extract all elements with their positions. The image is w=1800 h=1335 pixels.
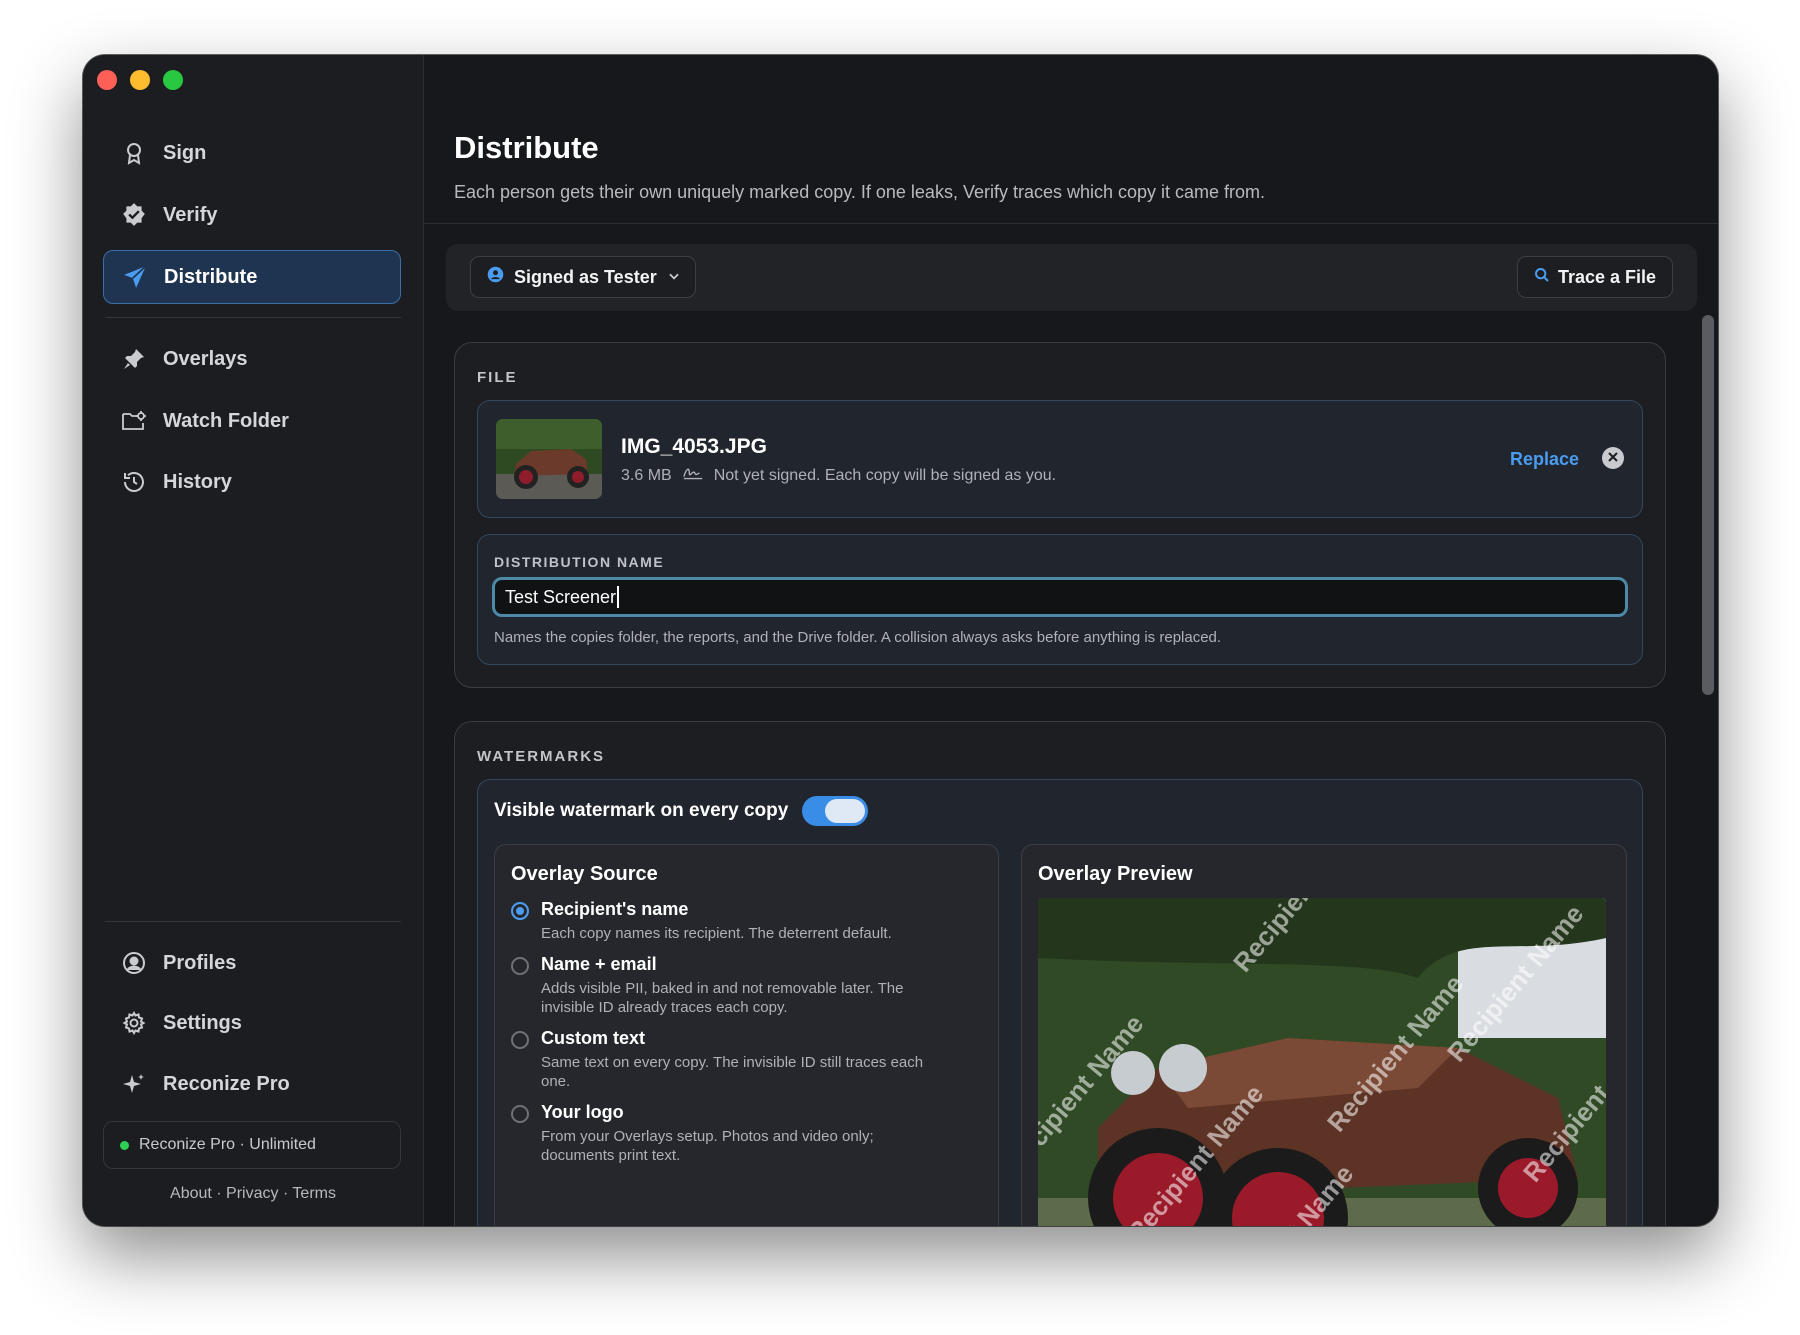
footer-links[interactable]: About · Privacy · Terms xyxy=(83,1185,423,1203)
distribution-name-label: DISTRIBUTION NAME xyxy=(494,554,665,570)
close-icon xyxy=(1608,449,1618,467)
text-caret xyxy=(617,586,620,608)
watermark-toggle[interactable] xyxy=(802,796,869,826)
toolbar: Signed as Tester Trace a File xyxy=(446,244,1697,311)
watermark-panel: Visible watermark on every copy Overlay … xyxy=(477,779,1643,1226)
sparkle-icon xyxy=(121,1071,147,1097)
watermarks-card: WATERMARKS Visible watermark on every co… xyxy=(454,721,1666,1226)
option-description: From your Overlays setup. Photos and vid… xyxy=(541,1128,874,1164)
radio-button[interactable] xyxy=(511,902,529,920)
sidebar-item-label: Settings xyxy=(163,1011,242,1034)
sidebar-item-label: Overlays xyxy=(163,347,248,370)
overlay-source-panel: Overlay Source Recipient's name Each cop… xyxy=(494,844,999,1226)
overlay-preview-title: Overlay Preview xyxy=(1038,863,1193,885)
option-recipient-name[interactable]: Recipient's name Each copy names its rec… xyxy=(511,899,931,943)
person-circle-icon xyxy=(487,266,504,288)
distribution-name-value: Test Screener xyxy=(505,586,617,607)
option-title: Custom text xyxy=(541,1028,646,1048)
overlay-preview-panel: Overlay Preview Recipient Name Recipient… xyxy=(1021,844,1627,1226)
sidebar-divider xyxy=(105,317,401,318)
file-name: IMG_4053.JPG xyxy=(621,435,767,458)
distribution-name-panel: DISTRIBUTION NAME Test Screener Names th… xyxy=(477,534,1643,665)
replace-link[interactable]: Replace xyxy=(1510,449,1579,470)
sidebar-item-overlays[interactable]: Overlays xyxy=(103,332,401,386)
file-section-label: FILE xyxy=(477,369,518,386)
pro-status-badge[interactable]: Reconize Pro · Unlimited xyxy=(103,1121,401,1169)
option-description: Same text on every copy. The invisible I… xyxy=(541,1054,924,1090)
option-title: Your logo xyxy=(541,1102,624,1122)
trace-file-button[interactable]: Trace a File xyxy=(1517,256,1673,298)
minimize-window-button[interactable] xyxy=(130,70,150,90)
option-description: Each copy names its recipient. The deter… xyxy=(541,925,892,942)
sidebar-item-label: Profiles xyxy=(163,951,237,974)
sidebar-item-verify[interactable]: Verify xyxy=(103,188,401,242)
option-title: Recipient's name xyxy=(541,899,689,919)
sidebar-item-settings[interactable]: Settings xyxy=(103,996,401,1050)
watermarks-section-label: WATERMARKS xyxy=(477,748,606,765)
signed-as-label: Signed as Tester xyxy=(514,266,657,287)
app-window: Sign Verify Distribute Overlays Watch Fo… xyxy=(83,55,1718,1226)
signed-as-dropdown[interactable]: Signed as Tester xyxy=(470,256,696,298)
sidebar-item-watch-folder[interactable]: Watch Folder xyxy=(103,394,401,448)
radio-button[interactable] xyxy=(511,1031,529,1049)
person-circle-icon xyxy=(121,950,147,976)
sidebar-item-sign[interactable]: Sign xyxy=(103,126,401,180)
sidebar-item-label: Distribute xyxy=(164,265,258,288)
scrollbar[interactable] xyxy=(1702,315,1714,695)
sidebar: Sign Verify Distribute Overlays Watch Fo… xyxy=(83,55,424,1226)
watermark-toggle-row: Visible watermark on every copy xyxy=(494,796,869,826)
trace-file-label: Trace a File xyxy=(1557,266,1657,287)
main-content: Distribute Each person gets their own un… xyxy=(424,55,1718,1226)
distribution-helper-text: Names the copies folder, the reports, an… xyxy=(494,629,1222,646)
remove-file-button[interactable] xyxy=(1602,447,1624,469)
file-row: IMG_4053.JPG 3.6 MB Not yet signed. Each… xyxy=(477,400,1643,518)
sidebar-item-label: Reconize Pro xyxy=(163,1072,290,1095)
sidebar-item-label: Watch Folder xyxy=(163,409,289,432)
radio-button[interactable] xyxy=(511,1105,529,1123)
sidebar-item-distribute[interactable]: Distribute xyxy=(103,250,401,304)
file-meta: 3.6 MB Not yet signed. Each copy will be… xyxy=(621,465,1056,486)
page-title: Distribute xyxy=(454,130,599,165)
search-icon xyxy=(1534,267,1550,288)
overlay-source-title: Overlay Source xyxy=(511,863,658,885)
file-thumbnail xyxy=(496,419,602,499)
sidebar-item-label: Sign xyxy=(163,141,207,164)
watermark-toggle-label: Visible watermark on every copy xyxy=(494,800,789,821)
toggle-knob xyxy=(825,799,866,823)
verified-badge-icon xyxy=(121,202,147,228)
option-custom-text[interactable]: Custom text Same text on every copy. The… xyxy=(511,1028,931,1091)
header-divider xyxy=(424,223,1718,224)
option-title: Name + email xyxy=(541,954,657,974)
sidebar-item-label: Verify xyxy=(163,203,218,226)
gear-icon xyxy=(121,1010,147,1036)
option-name-email[interactable]: Name + email Adds visible PII, baked in … xyxy=(511,954,931,1017)
history-clock-icon xyxy=(121,469,147,495)
ribbon-icon xyxy=(121,140,147,166)
close-window-button[interactable] xyxy=(97,70,117,90)
option-your-logo[interactable]: Your logo From your Overlays setup. Phot… xyxy=(511,1102,931,1165)
file-card: FILE IMG_4053.JPG 3.6 MB Not yet signed.… xyxy=(454,342,1666,688)
paper-plane-icon xyxy=(122,264,148,290)
option-description: Adds visible PII, baked in and not remov… xyxy=(541,980,904,1016)
window-controls xyxy=(97,70,183,90)
file-status: Not yet signed. Each copy will be signed… xyxy=(713,466,1057,484)
sidebar-item-history[interactable]: History xyxy=(103,455,401,509)
status-dot xyxy=(120,1140,129,1150)
stamp-icon xyxy=(121,346,147,372)
file-size: 3.6 MB xyxy=(621,466,672,484)
sidebar-item-label: History xyxy=(163,470,232,493)
overlay-preview-image: Recipient Name Recipient Name Recipient … xyxy=(1038,898,1606,1226)
folder-gear-icon xyxy=(121,408,147,434)
radio-button[interactable] xyxy=(511,957,529,975)
sidebar-divider xyxy=(105,921,401,922)
chevron-down-icon xyxy=(667,267,681,288)
distribution-name-input[interactable]: Test Screener xyxy=(492,577,1628,617)
sidebar-item-profiles[interactable]: Profiles xyxy=(103,936,401,990)
pro-status-text: Reconize Pro · Unlimited xyxy=(139,1136,316,1153)
signature-icon xyxy=(682,465,704,486)
zoom-window-button[interactable] xyxy=(163,70,183,90)
sidebar-item-reconize-pro[interactable]: Reconize Pro xyxy=(103,1057,401,1111)
page-subtitle: Each person gets their own uniquely mark… xyxy=(454,182,1266,202)
